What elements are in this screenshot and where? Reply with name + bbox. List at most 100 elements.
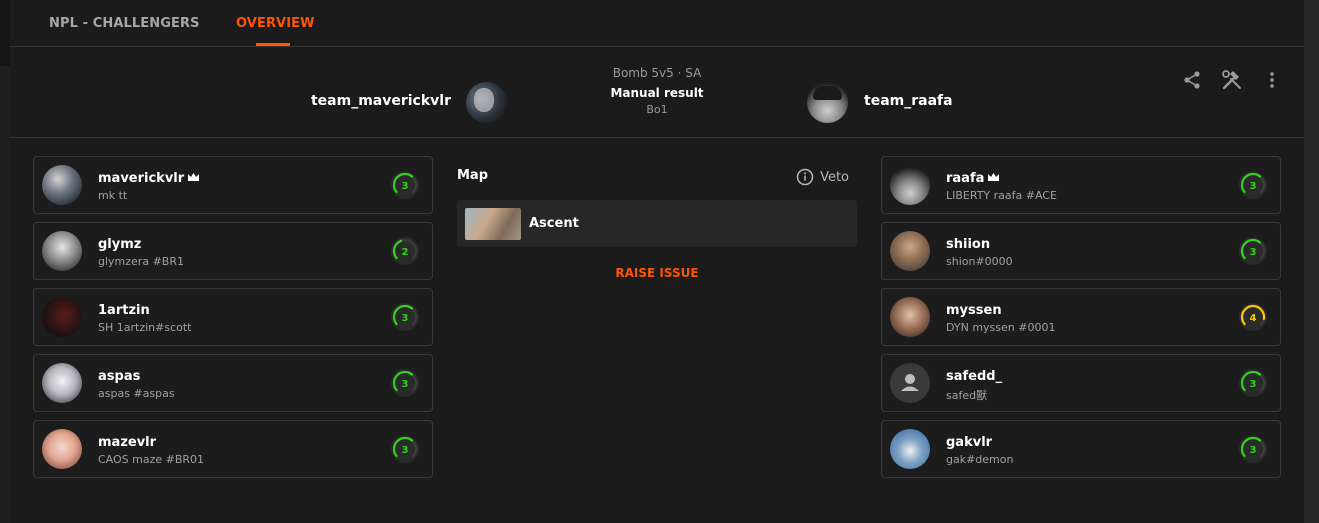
player-card[interactable]: glymz glymzera #BR1 2 [33, 222, 433, 280]
tab-overview[interactable]: OVERVIEW [236, 16, 315, 31]
more-vertical-icon[interactable] [1260, 68, 1284, 92]
player-card[interactable]: gakvlr gak#demon 3 [881, 420, 1281, 478]
skill-level-badge: 3 [1238, 236, 1268, 266]
skill-level-number: 3 [1250, 247, 1257, 258]
player-avatar [42, 165, 82, 205]
map-thumbnail [465, 208, 521, 240]
right-scroll-edge [1304, 0, 1319, 523]
player-nickname: gak#demon [946, 453, 1014, 466]
player-name[interactable]: gakvlr [946, 435, 992, 450]
header-actions [1180, 68, 1284, 92]
player-avatar [890, 297, 930, 337]
left-sidebar-edge [0, 0, 10, 66]
skill-level-number: 3 [402, 313, 409, 324]
player-card[interactable]: aspas aspas #aspas 3 [33, 354, 433, 412]
match-info: Bomb 5v5 · SA Manual result Bo1 [557, 66, 757, 116]
skill-level-number: 3 [1250, 445, 1257, 456]
player-avatar [42, 231, 82, 271]
skill-level-badge: 4 [1238, 302, 1268, 332]
player-nickname: CAOS maze #BR01 [98, 453, 205, 466]
skill-level-number: 3 [402, 379, 409, 390]
player-name-text: safedd_ [946, 369, 1003, 384]
player-name[interactable]: aspas [98, 369, 140, 384]
player-name-text: glymz [98, 237, 142, 252]
skill-level-badge: 2 [390, 236, 420, 266]
skill-level-badge: 3 [1238, 368, 1268, 398]
skill-level-badge: 3 [1238, 434, 1268, 464]
team-right-name[interactable]: team_raafa [864, 93, 953, 109]
player-name[interactable]: safedd_ [946, 369, 1002, 384]
skill-level-number: 3 [402, 445, 409, 456]
match-format: Bo1 [646, 103, 668, 116]
player-nickname: mk tt [98, 189, 128, 202]
veto-button[interactable]: Veto [796, 168, 849, 186]
match-result: Manual result [610, 86, 704, 100]
player-avatar [890, 165, 930, 205]
tab-bar: NPL - CHALLENGERS OVERVIEW [10, 0, 1304, 47]
tab-npl-challengers[interactable]: NPL - CHALLENGERS [49, 16, 200, 31]
match-room-panel: NPL - CHALLENGERS OVERVIEW team_maverick… [10, 0, 1304, 523]
player-nickname: LIBERTY raafa #ACE [946, 189, 1057, 202]
player-name[interactable]: mazevlr [98, 435, 156, 450]
player-avatar [890, 231, 930, 271]
player-avatar [890, 429, 930, 469]
player-name-text: maverickvlr [98, 171, 185, 186]
player-card[interactable]: myssen DYN myssen #0001 4 [881, 288, 1281, 346]
team-right-avatar[interactable] [807, 82, 848, 123]
player-nickname: aspas #aspas [98, 387, 175, 400]
veto-label: Veto [820, 169, 849, 185]
team-left-avatar[interactable] [466, 82, 507, 123]
player-name[interactable]: myssen [946, 303, 1002, 318]
player-name-text: 1artzin [98, 303, 150, 318]
player-name[interactable]: glymz [98, 237, 141, 252]
skill-level-badge: 3 [390, 434, 420, 464]
player-nickname: SH 1artzin#scott [98, 321, 192, 334]
skill-level-number: 4 [1250, 313, 1257, 324]
map-item[interactable]: Ascent [457, 200, 857, 247]
default-user-icon [901, 374, 919, 391]
player-name-text: gakvlr [946, 435, 993, 450]
map-name: Ascent [529, 216, 579, 231]
player-name[interactable]: maverickvlr [98, 171, 200, 186]
player-name-text: raafa [946, 171, 985, 186]
team-right-roster: raafa LIBERTY raafa #ACE 3 shiion shion#0000… [881, 156, 1281, 486]
active-tab-indicator [256, 43, 290, 46]
share-icon[interactable] [1180, 68, 1204, 92]
skill-level-badge: 3 [390, 368, 420, 398]
player-avatar [890, 363, 930, 403]
player-nickname: safed獸 [946, 389, 988, 402]
player-card[interactable]: 1artzin SH 1artzin#scott 3 [33, 288, 433, 346]
team-left-roster: maverickvlr mk tt 3 glymz glymzera #BR1 2 1art… [33, 156, 433, 486]
player-card[interactable]: safedd_ safed獸 3 [881, 354, 1281, 412]
skill-level-number: 3 [1250, 181, 1257, 192]
skill-level-badge: 3 [390, 170, 420, 200]
skill-level-number: 2 [402, 247, 409, 258]
raise-issue-button[interactable]: RAISE ISSUE [457, 266, 857, 280]
player-nickname: shion#0000 [946, 255, 1013, 268]
player-name-text: mazevlr [98, 435, 157, 450]
player-card[interactable]: maverickvlr mk tt 3 [33, 156, 433, 214]
tools-icon[interactable] [1220, 68, 1244, 92]
player-avatar [42, 429, 82, 469]
player-avatar [42, 297, 82, 337]
info-icon [796, 168, 814, 186]
player-avatar [42, 363, 82, 403]
player-nickname: glymzera #BR1 [98, 255, 184, 268]
skill-level-badge: 3 [390, 302, 420, 332]
player-card[interactable]: shiion shion#0000 3 [881, 222, 1281, 280]
player-name[interactable]: raafa [946, 171, 1000, 186]
player-name[interactable]: shiion [946, 237, 990, 252]
player-card[interactable]: mazevlr CAOS maze #BR01 3 [33, 420, 433, 478]
team-left-name[interactable]: team_maverickvlr [311, 93, 451, 109]
player-name-text: myssen [946, 303, 1002, 318]
player-name-text: aspas [98, 369, 141, 384]
player-name[interactable]: 1artzin [98, 303, 150, 318]
player-card[interactable]: raafa LIBERTY raafa #ACE 3 [881, 156, 1281, 214]
match-header: team_maverickvlr Bomb 5v5 · SA Manual re… [10, 48, 1304, 138]
crown-icon [187, 172, 200, 185]
skill-level-badge: 3 [1238, 170, 1268, 200]
player-nickname: DYN myssen #0001 [946, 321, 1056, 334]
game-mode: Bomb 5v5 · SA [612, 66, 702, 80]
player-name-text: shiion [946, 237, 991, 252]
crown-icon [987, 172, 1000, 185]
